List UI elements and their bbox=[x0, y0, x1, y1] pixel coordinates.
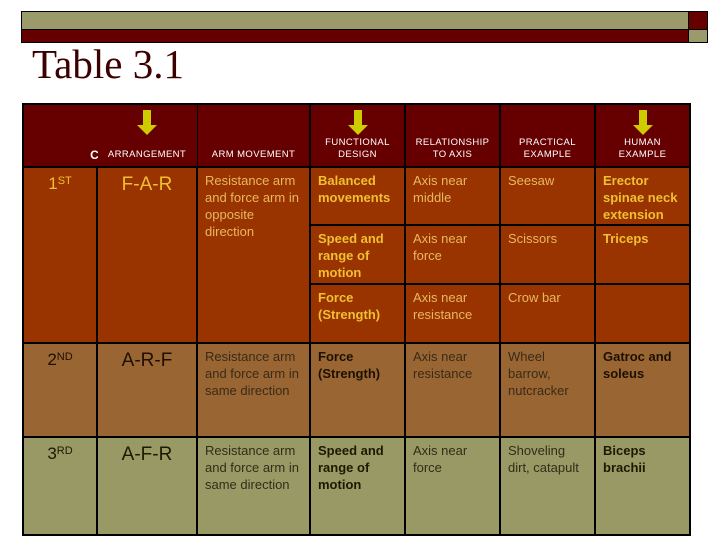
header-relationship-to-axis: RELATIONSHIP TO AXIS bbox=[406, 105, 499, 166]
row3-arm-movement: Resistance arm and force arm in same dir… bbox=[198, 438, 309, 534]
header-practical-example: PRACTICAL EXAMPLE bbox=[501, 105, 594, 166]
header-arrangement-label: ARRANGEMENT bbox=[107, 149, 187, 160]
row3-class-suffix: RD bbox=[56, 445, 73, 457]
header-relationship-line1: RELATIONSHIP bbox=[415, 137, 490, 148]
row1c-practical: Crow bar bbox=[501, 285, 594, 342]
row1c-functional-design: Force (Strength) bbox=[311, 285, 404, 342]
down-arrow-icon bbox=[632, 110, 653, 135]
row1b-human: Triceps bbox=[596, 226, 689, 283]
header-human-example: HUMAN EXAMPLE bbox=[596, 105, 689, 166]
header-arrangement: ARRANGEMENT bbox=[98, 105, 196, 166]
row3-human: Biceps brachii bbox=[596, 438, 689, 534]
down-arrow-icon bbox=[137, 110, 157, 135]
header-functional-design: FUNCTIONAL DESIGN bbox=[311, 105, 404, 166]
row2-class: 2ND bbox=[24, 344, 96, 436]
header-human-line1: HUMAN bbox=[624, 137, 661, 148]
row2-practical: Wheel barrow, nutcracker bbox=[501, 344, 594, 436]
row3-class: 3RD bbox=[24, 438, 96, 534]
header-practical-line1: PRACTICAL bbox=[519, 137, 576, 148]
header-arm-movement: ARM MOVEMENT bbox=[198, 105, 309, 166]
row3-arrangement: A-F-R bbox=[98, 438, 196, 534]
title-banner bbox=[21, 11, 708, 43]
row1-class-number: 1 bbox=[48, 174, 58, 193]
row2-functional-design: Force (Strength) bbox=[311, 344, 404, 436]
header-relationship-line2: TO AXIS bbox=[432, 149, 473, 160]
down-arrow-icon bbox=[347, 110, 368, 135]
row1a-functional-design: Balanced movements bbox=[311, 168, 404, 224]
row1c-relationship: Axis near resistance bbox=[406, 285, 499, 342]
row3-practical: Shoveling dirt, catapult bbox=[501, 438, 594, 534]
row1b-functional-design: Speed and range of motion bbox=[311, 226, 404, 283]
header-human-line2: EXAMPLE bbox=[618, 149, 667, 160]
row2-relationship: Axis near resistance bbox=[406, 344, 499, 436]
banner-olive-bar bbox=[22, 12, 688, 29]
row2-class-number: 2 bbox=[47, 350, 57, 369]
row2-arrangement: A-R-F bbox=[98, 344, 196, 436]
row1-class: 1ST bbox=[24, 168, 96, 342]
row1b-relationship: Axis near force bbox=[406, 226, 499, 283]
header-functional-design-line1: FUNCTIONAL bbox=[325, 137, 390, 148]
row1-arrangement: F-A-R bbox=[98, 168, 196, 342]
row3-relationship: Axis near force bbox=[406, 438, 499, 534]
page-title: Table 3.1 bbox=[32, 41, 184, 87]
row1-arm-movement: Resistance arm and force arm in opposite… bbox=[198, 168, 309, 342]
banner-olive-square bbox=[689, 30, 707, 42]
header-arm-movement-label: ARM MOVEMENT bbox=[211, 149, 296, 160]
row1c-human bbox=[596, 285, 689, 342]
row1b-practical: Scissors bbox=[501, 226, 594, 283]
row2-class-suffix: ND bbox=[56, 351, 73, 363]
row3-functional-design: Speed and range of motion bbox=[311, 438, 404, 534]
header-functional-design-line2: DESIGN bbox=[338, 149, 377, 160]
row1a-practical: Seesaw bbox=[501, 168, 594, 224]
row1a-relationship: Axis near middle bbox=[406, 168, 499, 224]
row1a-human: Erector spinae neck extension bbox=[596, 168, 689, 224]
row3-class-number: 3 bbox=[47, 444, 57, 463]
header-practical-line2: EXAMPLE bbox=[523, 149, 572, 160]
banner-maroon-square bbox=[689, 12, 707, 29]
row1-class-suffix: ST bbox=[57, 175, 72, 187]
row2-arm-movement: Resistance arm and force arm in same dir… bbox=[198, 344, 309, 436]
lever-classes-table: CLASS ARRANGEMENT ARM MOVEMENT FUNCTIONA… bbox=[22, 103, 691, 536]
row2-human: Gatroc and soleus bbox=[596, 344, 689, 436]
